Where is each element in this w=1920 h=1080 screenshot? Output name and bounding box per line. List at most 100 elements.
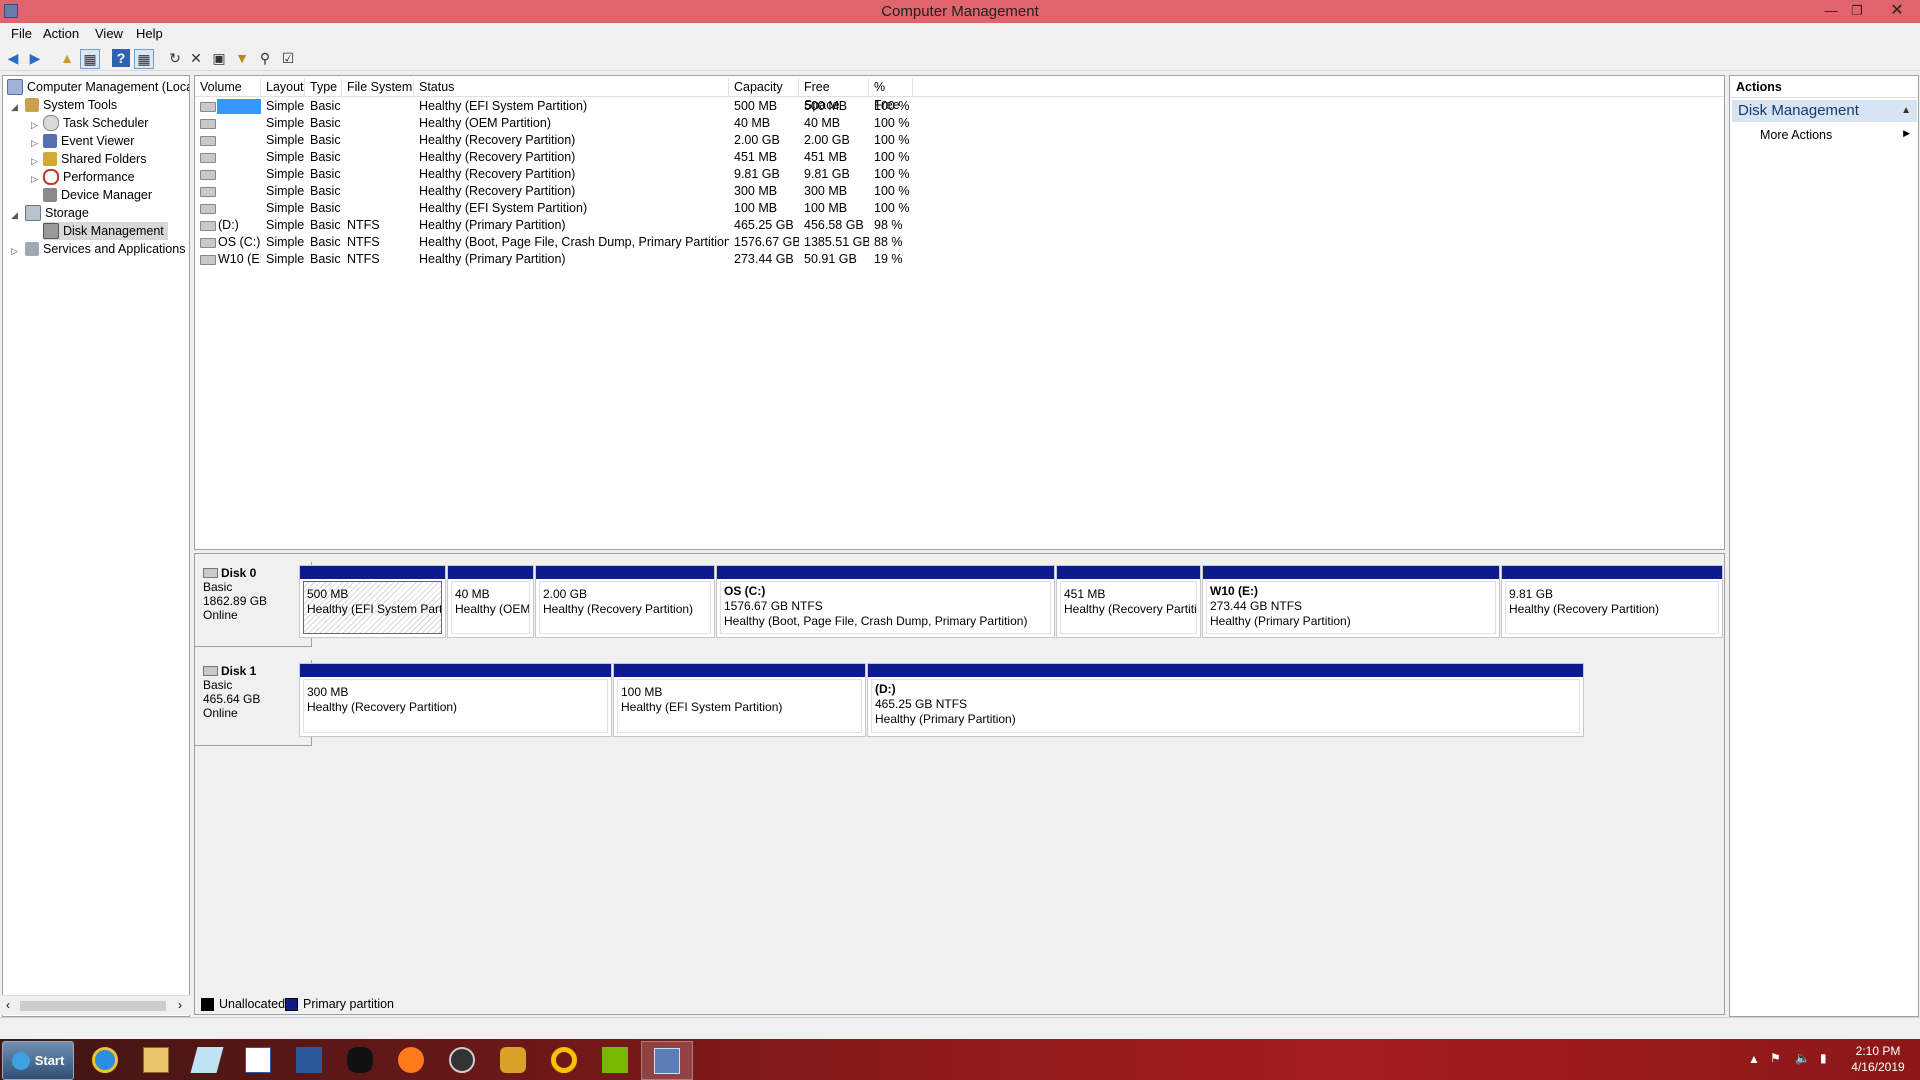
cell-fs: NTFS	[347, 235, 380, 249]
volume-row[interactable]: OS (C:) Simple Basic NTFS Healthy (Boot, Pag…	[195, 234, 1724, 251]
tree-node-event-viewer[interactable]: Event Viewer	[43, 132, 134, 150]
tree-node-services-and-applications[interactable]: Services and Applications	[25, 240, 185, 258]
cell-free: 2.00 GB	[804, 133, 850, 147]
column-header-status[interactable]: Status	[414, 78, 729, 96]
volume-row[interactable]: Simple Basic Healthy (EFI System Partition…	[195, 200, 1724, 217]
tree-node-storage[interactable]: Storage	[25, 204, 89, 222]
network-icon[interactable]: ▮	[1820, 1051, 1827, 1065]
up-folder-icon[interactable]: ▲	[58, 49, 76, 67]
column-header-layout[interactable]: Layout	[261, 78, 305, 96]
back-icon[interactable]: ◀	[4, 49, 22, 67]
expand-arrow-icon[interactable]: ▷	[31, 120, 38, 131]
column-header-type[interactable]: Type	[305, 78, 342, 96]
tree-node-shared-folders[interactable]: Shared Folders	[43, 150, 146, 168]
taskbar-button[interactable]	[641, 1041, 693, 1080]
partition-disk1-recovery[interactable]: 300 MB Healthy (Recovery Partition)	[299, 663, 612, 737]
cell-free: 300 MB	[804, 184, 848, 198]
menu-action[interactable]: Action	[43, 26, 79, 41]
column-header-free-space[interactable]: Free Space	[799, 78, 869, 112]
tree-node-computer-management[interactable]: Computer Management (Local	[7, 78, 189, 96]
collapse-arrow-icon[interactable]: ◢	[11, 102, 18, 113]
show-hide-tree-icon[interactable]: ▦	[80, 49, 100, 69]
search-icon[interactable]: ⚲	[256, 49, 274, 67]
disk-0-label[interactable]: Disk 0 Basic 1862.89 GB Online	[195, 562, 312, 647]
scroll-right-icon[interactable]: ›	[178, 998, 182, 1012]
volume-row[interactable]: (D:) Simple Basic NTFS Healthy (Primary Part…	[195, 217, 1724, 234]
help-icon[interactable]: ?	[112, 49, 130, 67]
tree-node-label: Services and Applications	[43, 242, 186, 256]
taskbar-button[interactable]	[233, 1041, 283, 1078]
cell-type: Basic	[310, 167, 341, 181]
clock[interactable]: 2:10 PM 4/16/2019	[1840, 1043, 1916, 1075]
menu-file[interactable]: File	[11, 26, 32, 41]
column-header-volume[interactable]: Volume	[195, 78, 261, 96]
open-folder-icon[interactable]: ▼	[233, 49, 251, 67]
actions-section-disk-management[interactable]: Disk Management ▲	[1732, 100, 1917, 122]
taskbar-button[interactable]	[80, 1041, 130, 1078]
delete-icon[interactable]: ✕	[187, 49, 205, 67]
close-button[interactable]: ✕	[1886, 2, 1908, 20]
taskbar-button[interactable]	[131, 1041, 181, 1078]
taskbar-button[interactable]	[539, 1041, 589, 1078]
refresh-icon[interactable]: ↻	[166, 49, 184, 67]
properties-icon[interactable]: ▣	[210, 49, 228, 67]
partition-disk0-recovery-2gb[interactable]: 2.00 GB Healthy (Recovery Partition)	[535, 565, 715, 638]
tree-node-system-tools[interactable]: System Tools	[25, 96, 117, 114]
menu-help[interactable]: Help	[136, 26, 163, 41]
tray-overflow-icon[interactable]: ▲	[1748, 1052, 1760, 1066]
volume-row[interactable]: Simple Basic Healthy (Recovery Partition) 9…	[195, 166, 1724, 183]
collapse-arrow-icon[interactable]: ◢	[11, 210, 18, 221]
expand-arrow-icon[interactable]: ▷	[31, 138, 38, 149]
partition-disk1-d[interactable]: (D:) 465.25 GB NTFS Healthy (Primary Par…	[867, 663, 1584, 737]
taskbar-button[interactable]	[437, 1041, 487, 1078]
tree-horizontal-scrollbar[interactable]: ‹ ›	[2, 995, 190, 1015]
tree-node-performance[interactable]: Performance	[43, 168, 135, 186]
forward-icon[interactable]: ▶	[26, 49, 44, 67]
cell-capacity: 40 MB	[734, 116, 771, 130]
partition-size: 40 MB	[455, 587, 490, 601]
volume-row[interactable]: Simple Basic Healthy (Recovery Partition) 3…	[195, 183, 1724, 200]
show-hide-action-pane-icon[interactable]: ▦	[134, 49, 154, 69]
expand-arrow-icon[interactable]: ▷	[31, 156, 38, 167]
volume-icon[interactable]: 🔈	[1795, 1051, 1810, 1065]
partition-disk0-recovery-9gb[interactable]: 9.81 GB Healthy (Recovery Partition)	[1501, 565, 1723, 638]
action-center-flag-icon[interactable]: ⚑	[1770, 1051, 1781, 1065]
expand-arrow-icon[interactable]: ▷	[11, 246, 18, 257]
scroll-left-icon[interactable]: ‹	[6, 998, 10, 1012]
partition-status: Healthy (Recovery Partition)	[1509, 602, 1660, 616]
more-actions-item[interactable]: More Actions	[1760, 128, 1832, 142]
partition-disk0-recovery-451mb[interactable]: 451 MB Healthy (Recovery Partiti	[1056, 565, 1201, 638]
taskbar-button[interactable]	[284, 1041, 334, 1078]
expand-arrow-icon[interactable]: ▷	[31, 174, 38, 185]
column-header-percent-free[interactable]: % Free	[869, 78, 913, 112]
volume-row[interactable]: Simple Basic Healthy (EFI System Partition…	[195, 98, 1724, 115]
volume-row[interactable]: Simple Basic Healthy (Recovery Partition) 2…	[195, 132, 1724, 149]
checklist-icon[interactable]: ☑	[279, 49, 297, 67]
partition-disk0-os-c[interactable]: OS (C:) 1576.67 GB NTFS Healthy (Boot, P…	[716, 565, 1055, 638]
partition-disk0-oem[interactable]: 40 MB Healthy (OEM	[447, 565, 534, 638]
taskbar-button[interactable]	[488, 1041, 538, 1078]
column-header-capacity[interactable]: Capacity	[729, 78, 799, 96]
menu-view[interactable]: View	[95, 26, 123, 41]
taskbar-button[interactable]	[590, 1041, 640, 1078]
collapse-up-icon[interactable]: ▲	[1901, 100, 1911, 122]
partition-disk0-efi[interactable]: 500 MB Healthy (EFI System Parti	[299, 565, 446, 638]
partition-size: 451 MB	[1064, 587, 1106, 601]
taskbar-button[interactable]	[335, 1041, 385, 1078]
partition-disk1-efi[interactable]: 100 MB Healthy (EFI System Partition)	[613, 663, 866, 737]
scrollbar-thumb[interactable]	[20, 1001, 166, 1011]
restore-button[interactable]: ❐	[1846, 2, 1868, 20]
tree-node-disk-management[interactable]: Disk Management	[43, 222, 168, 240]
taskbar-button[interactable]	[386, 1041, 436, 1078]
tree-node-device-manager[interactable]: Device Manager	[43, 186, 152, 204]
partition-disk0-w10-e[interactable]: W10 (E:) 273.44 GB NTFS Healthy (Primary…	[1202, 565, 1500, 638]
start-button[interactable]: Start	[2, 1041, 74, 1080]
volume-row[interactable]: Simple Basic Healthy (Recovery Partition) 4…	[195, 149, 1724, 166]
volume-row[interactable]: Simple Basic Healthy (OEM Partition) 40 MB 4…	[195, 115, 1724, 132]
taskbar-button[interactable]	[182, 1041, 232, 1078]
volume-row[interactable]: W10 (E:) Simple Basic NTFS Healthy (Primary …	[195, 251, 1724, 268]
tree-node-task-scheduler[interactable]: Task Scheduler	[43, 114, 148, 132]
disk-1-label[interactable]: Disk 1 Basic 465.64 GB Online	[195, 660, 312, 746]
minimize-button[interactable]: —	[1820, 2, 1842, 20]
column-header-file-system[interactable]: File System	[342, 78, 414, 96]
